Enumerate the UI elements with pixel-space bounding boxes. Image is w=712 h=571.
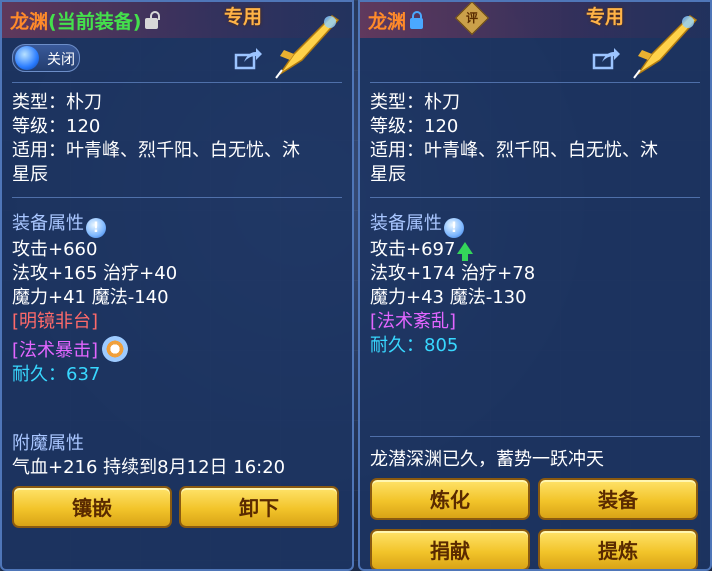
divider: [370, 436, 700, 437]
attack-stat: 攻击+660: [12, 239, 98, 260]
golden-blade-icon: [275, 15, 340, 79]
attributes-section: 装备属性! 攻击+697 法攻+174 治疗+78 魔力+43 魔法-130 […: [370, 212, 535, 358]
flavor-text: 龙潜深渊已久，蓄势一跃冲天: [370, 449, 604, 470]
golden-blade-icon: [633, 15, 698, 79]
special-skill: [法术暴击]: [12, 340, 99, 361]
toggle-label: 关闭: [47, 52, 75, 68]
divider: [370, 197, 700, 198]
item-name: 龙渊: [368, 11, 407, 33]
exclusive-badge: 专用: [586, 6, 625, 28]
special-skill: [法术紊乱]: [370, 311, 457, 332]
enchant-section: 附魔属性 气血+216 持续到8月12日 16:20: [12, 432, 285, 480]
toggle-knob: [15, 46, 39, 70]
divider: [370, 82, 700, 83]
basic-info: 类型：朴刀 等级：120 适用：叶青峰、烈千阳、白无忧、沐 星辰: [12, 91, 300, 187]
exclusive-badge: 专用: [224, 6, 263, 28]
magic-heal-stat: 法攻+174 治疗+78: [370, 263, 536, 284]
share-icon[interactable]: [592, 48, 620, 70]
item-level: 等级：120: [370, 116, 459, 137]
item-title: 龙渊(当前装备): [10, 7, 161, 34]
locked-lock-icon[interactable]: [410, 11, 424, 29]
compare-item-tooltip: 龙渊 评 专用 类型：朴刀 等级：120 适用：叶青峰、烈千阳、白无忧、沐 星辰…: [358, 0, 712, 571]
item-title: 龙渊: [368, 7, 424, 34]
item-applies: 适用：叶青峰、烈千阳、白无忧、沐: [370, 140, 658, 161]
appearance-toggle[interactable]: 关闭: [12, 44, 80, 72]
enchant-title: 附魔属性: [12, 433, 84, 454]
extract-button[interactable]: 提炼: [538, 529, 698, 569]
item-name: 龙渊: [10, 11, 49, 33]
swirl-effect-icon[interactable]: [102, 336, 129, 362]
item-level: 等级：120: [12, 116, 101, 137]
divider: [12, 197, 342, 198]
info-bubble-icon[interactable]: !: [86, 218, 106, 238]
equip-button[interactable]: 装备: [538, 478, 698, 520]
durability: 耐久：805: [370, 335, 459, 356]
inlay-button[interactable]: 镶嵌: [12, 486, 172, 528]
item-description: 龙潜深渊已久，蓄势一跃冲天: [370, 448, 604, 472]
enchant-effect: 气血+216 持续到8月12日 16:20: [12, 457, 286, 478]
special-effect: [明镜非台]: [12, 311, 99, 332]
divider: [12, 82, 342, 83]
unequip-button[interactable]: 卸下: [179, 486, 339, 528]
item-applies-cont: 星辰: [370, 164, 406, 185]
equipped-item-tooltip: 龙渊(当前装备) 专用 关闭 类型：朴刀 等级：120 适用：叶青峰、烈千阳、白…: [0, 0, 354, 571]
item-type: 类型：朴刀: [370, 92, 460, 113]
green-up-arrow-icon: [457, 242, 474, 261]
attack-stat: 攻击+697: [370, 239, 456, 260]
item-applies: 适用：叶青峰、烈千阳、白无忧、沐: [12, 140, 300, 161]
donate-button[interactable]: 捐献: [370, 529, 530, 569]
durability: 耐久：637: [12, 364, 101, 385]
item-type: 类型：朴刀: [12, 92, 102, 113]
info-bubble-icon[interactable]: !: [444, 218, 464, 238]
equipped-tag: (当前装备): [48, 11, 142, 33]
power-mana-stat: 魔力+43 魔法-130: [370, 287, 527, 308]
power-mana-stat: 魔力+41 魔法-140: [12, 287, 169, 308]
basic-info: 类型：朴刀 等级：120 适用：叶青峰、烈千阳、白无忧、沐 星辰: [370, 91, 658, 187]
magic-heal-stat: 法攻+165 治疗+40: [12, 263, 178, 284]
unlocked-lock-icon[interactable]: [145, 11, 161, 29]
item-applies-cont: 星辰: [12, 164, 48, 185]
attributes-section: 装备属性! 攻击+660 法攻+165 治疗+40 魔力+41 魔法-140 […: [12, 212, 177, 387]
refine-button[interactable]: 炼化: [370, 478, 530, 520]
share-icon[interactable]: [234, 48, 262, 70]
attributes-title: 装备属性: [370, 213, 442, 234]
attributes-title: 装备属性: [12, 213, 84, 234]
